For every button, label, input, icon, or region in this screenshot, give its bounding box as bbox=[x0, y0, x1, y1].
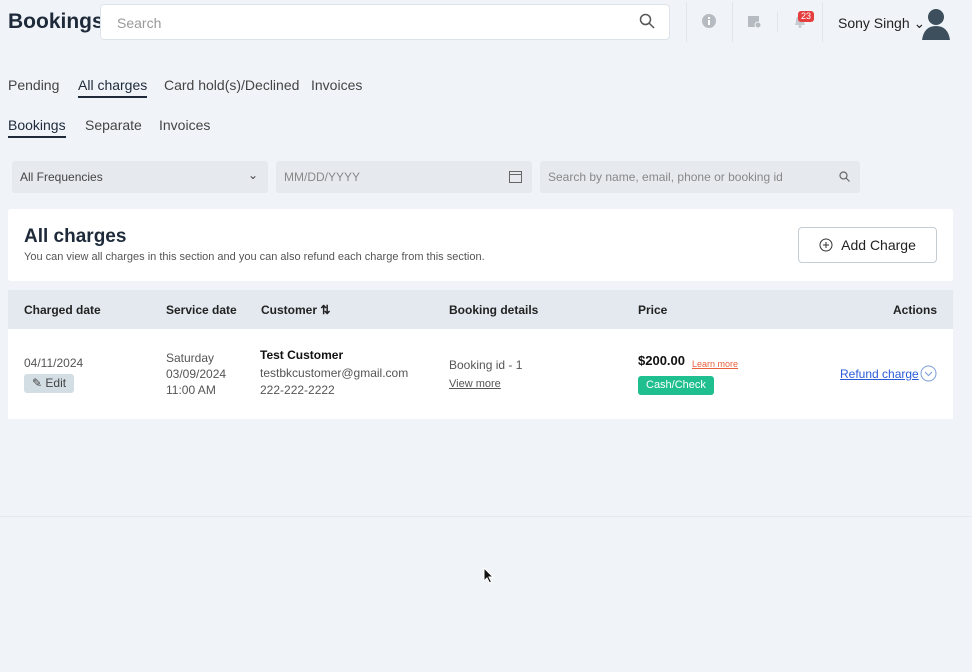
search-input[interactable]: Search bbox=[100, 4, 670, 40]
table-header: Charged date Service date Customer ⇅ Boo… bbox=[8, 290, 953, 329]
mouse-cursor-icon bbox=[483, 567, 495, 584]
col-customer-label: Customer bbox=[261, 303, 318, 317]
service-day: Saturday bbox=[166, 351, 215, 365]
user-menu[interactable]: Sony Singh ⌄ bbox=[838, 15, 925, 32]
customer-email: testbkcustomer@gmail.com bbox=[260, 366, 409, 380]
col-price: Price bbox=[638, 303, 668, 317]
info-icon[interactable] bbox=[702, 14, 716, 28]
page-title: Bookings bbox=[8, 10, 104, 33]
sort-icon[interactable]: ⇅ bbox=[320, 303, 330, 317]
booking-id: Booking id - 1 bbox=[449, 358, 523, 372]
subtab-separate[interactable]: Separate bbox=[85, 117, 142, 133]
learn-more-link[interactable]: Learn more bbox=[692, 356, 738, 372]
pencil-icon: ✎ bbox=[32, 376, 43, 390]
notification-badge: 23 bbox=[798, 11, 815, 22]
plus-circle-icon bbox=[819, 238, 833, 252]
chevron-down-icon: ⌄ bbox=[247, 168, 258, 182]
tab-invoices[interactable]: Invoices bbox=[311, 77, 362, 93]
col-service-date: Service date bbox=[166, 303, 237, 317]
add-charge-label: Add Charge bbox=[841, 237, 916, 253]
calendar-icon[interactable] bbox=[747, 14, 761, 28]
edit-label: Edit bbox=[45, 376, 67, 390]
charged-date: 04/11/2024 bbox=[24, 356, 84, 370]
price: $200.00 bbox=[638, 353, 685, 368]
col-booking-details: Booking details bbox=[449, 303, 539, 317]
subtab-bookings[interactable]: Bookings bbox=[8, 117, 66, 138]
payment-method-badge: Cash/Check bbox=[638, 376, 714, 395]
search-icon bbox=[639, 13, 655, 29]
col-actions: Actions bbox=[892, 303, 937, 317]
search-placeholder: Search bbox=[117, 15, 162, 31]
view-more-link[interactable]: View more bbox=[449, 376, 501, 392]
service-time: 11:00 AM bbox=[166, 383, 216, 397]
table-row: 04/11/2024 ✎ Edit Saturday 03/09/2024 11… bbox=[8, 329, 953, 419]
avatar[interactable] bbox=[920, 6, 952, 40]
date-placeholder: MM/DD/YYYY bbox=[284, 170, 361, 184]
search-icon bbox=[839, 171, 850, 182]
frequency-value: All Frequencies bbox=[20, 170, 103, 184]
chevron-down-circle-icon[interactable] bbox=[920, 365, 937, 382]
booking-search-placeholder: Search by name, email, phone or booking … bbox=[548, 170, 783, 184]
date-input[interactable]: MM/DD/YYYY bbox=[276, 161, 532, 193]
tab-pending[interactable]: Pending bbox=[8, 77, 59, 93]
edit-button[interactable]: ✎ Edit bbox=[24, 374, 75, 393]
customer-name: Test Customer bbox=[260, 348, 344, 362]
user-name: Sony Singh bbox=[838, 15, 910, 31]
col-charged-date: Charged date bbox=[24, 303, 101, 317]
tab-card-holds[interactable]: Card hold(s)/Declined bbox=[164, 77, 299, 93]
frequency-select[interactable]: All Frequencies ⌄ bbox=[12, 161, 268, 193]
calendar-icon[interactable] bbox=[509, 170, 522, 183]
booking-search-input[interactable]: Search by name, email, phone or booking … bbox=[540, 161, 860, 193]
add-charge-button[interactable]: Add Charge bbox=[798, 227, 937, 263]
refund-charge-link[interactable]: Refund charge bbox=[840, 366, 919, 382]
section-title: All charges bbox=[24, 226, 127, 247]
customer-phone: 222-222-2222 bbox=[260, 383, 335, 397]
service-date: 03/09/2024 bbox=[166, 367, 227, 381]
section-description: You can view all charges in this section… bbox=[24, 251, 485, 263]
col-customer[interactable]: Customer ⇅ bbox=[261, 302, 330, 318]
tab-all-charges[interactable]: All charges bbox=[78, 77, 148, 98]
subtab-invoices[interactable]: Invoices bbox=[159, 117, 210, 133]
